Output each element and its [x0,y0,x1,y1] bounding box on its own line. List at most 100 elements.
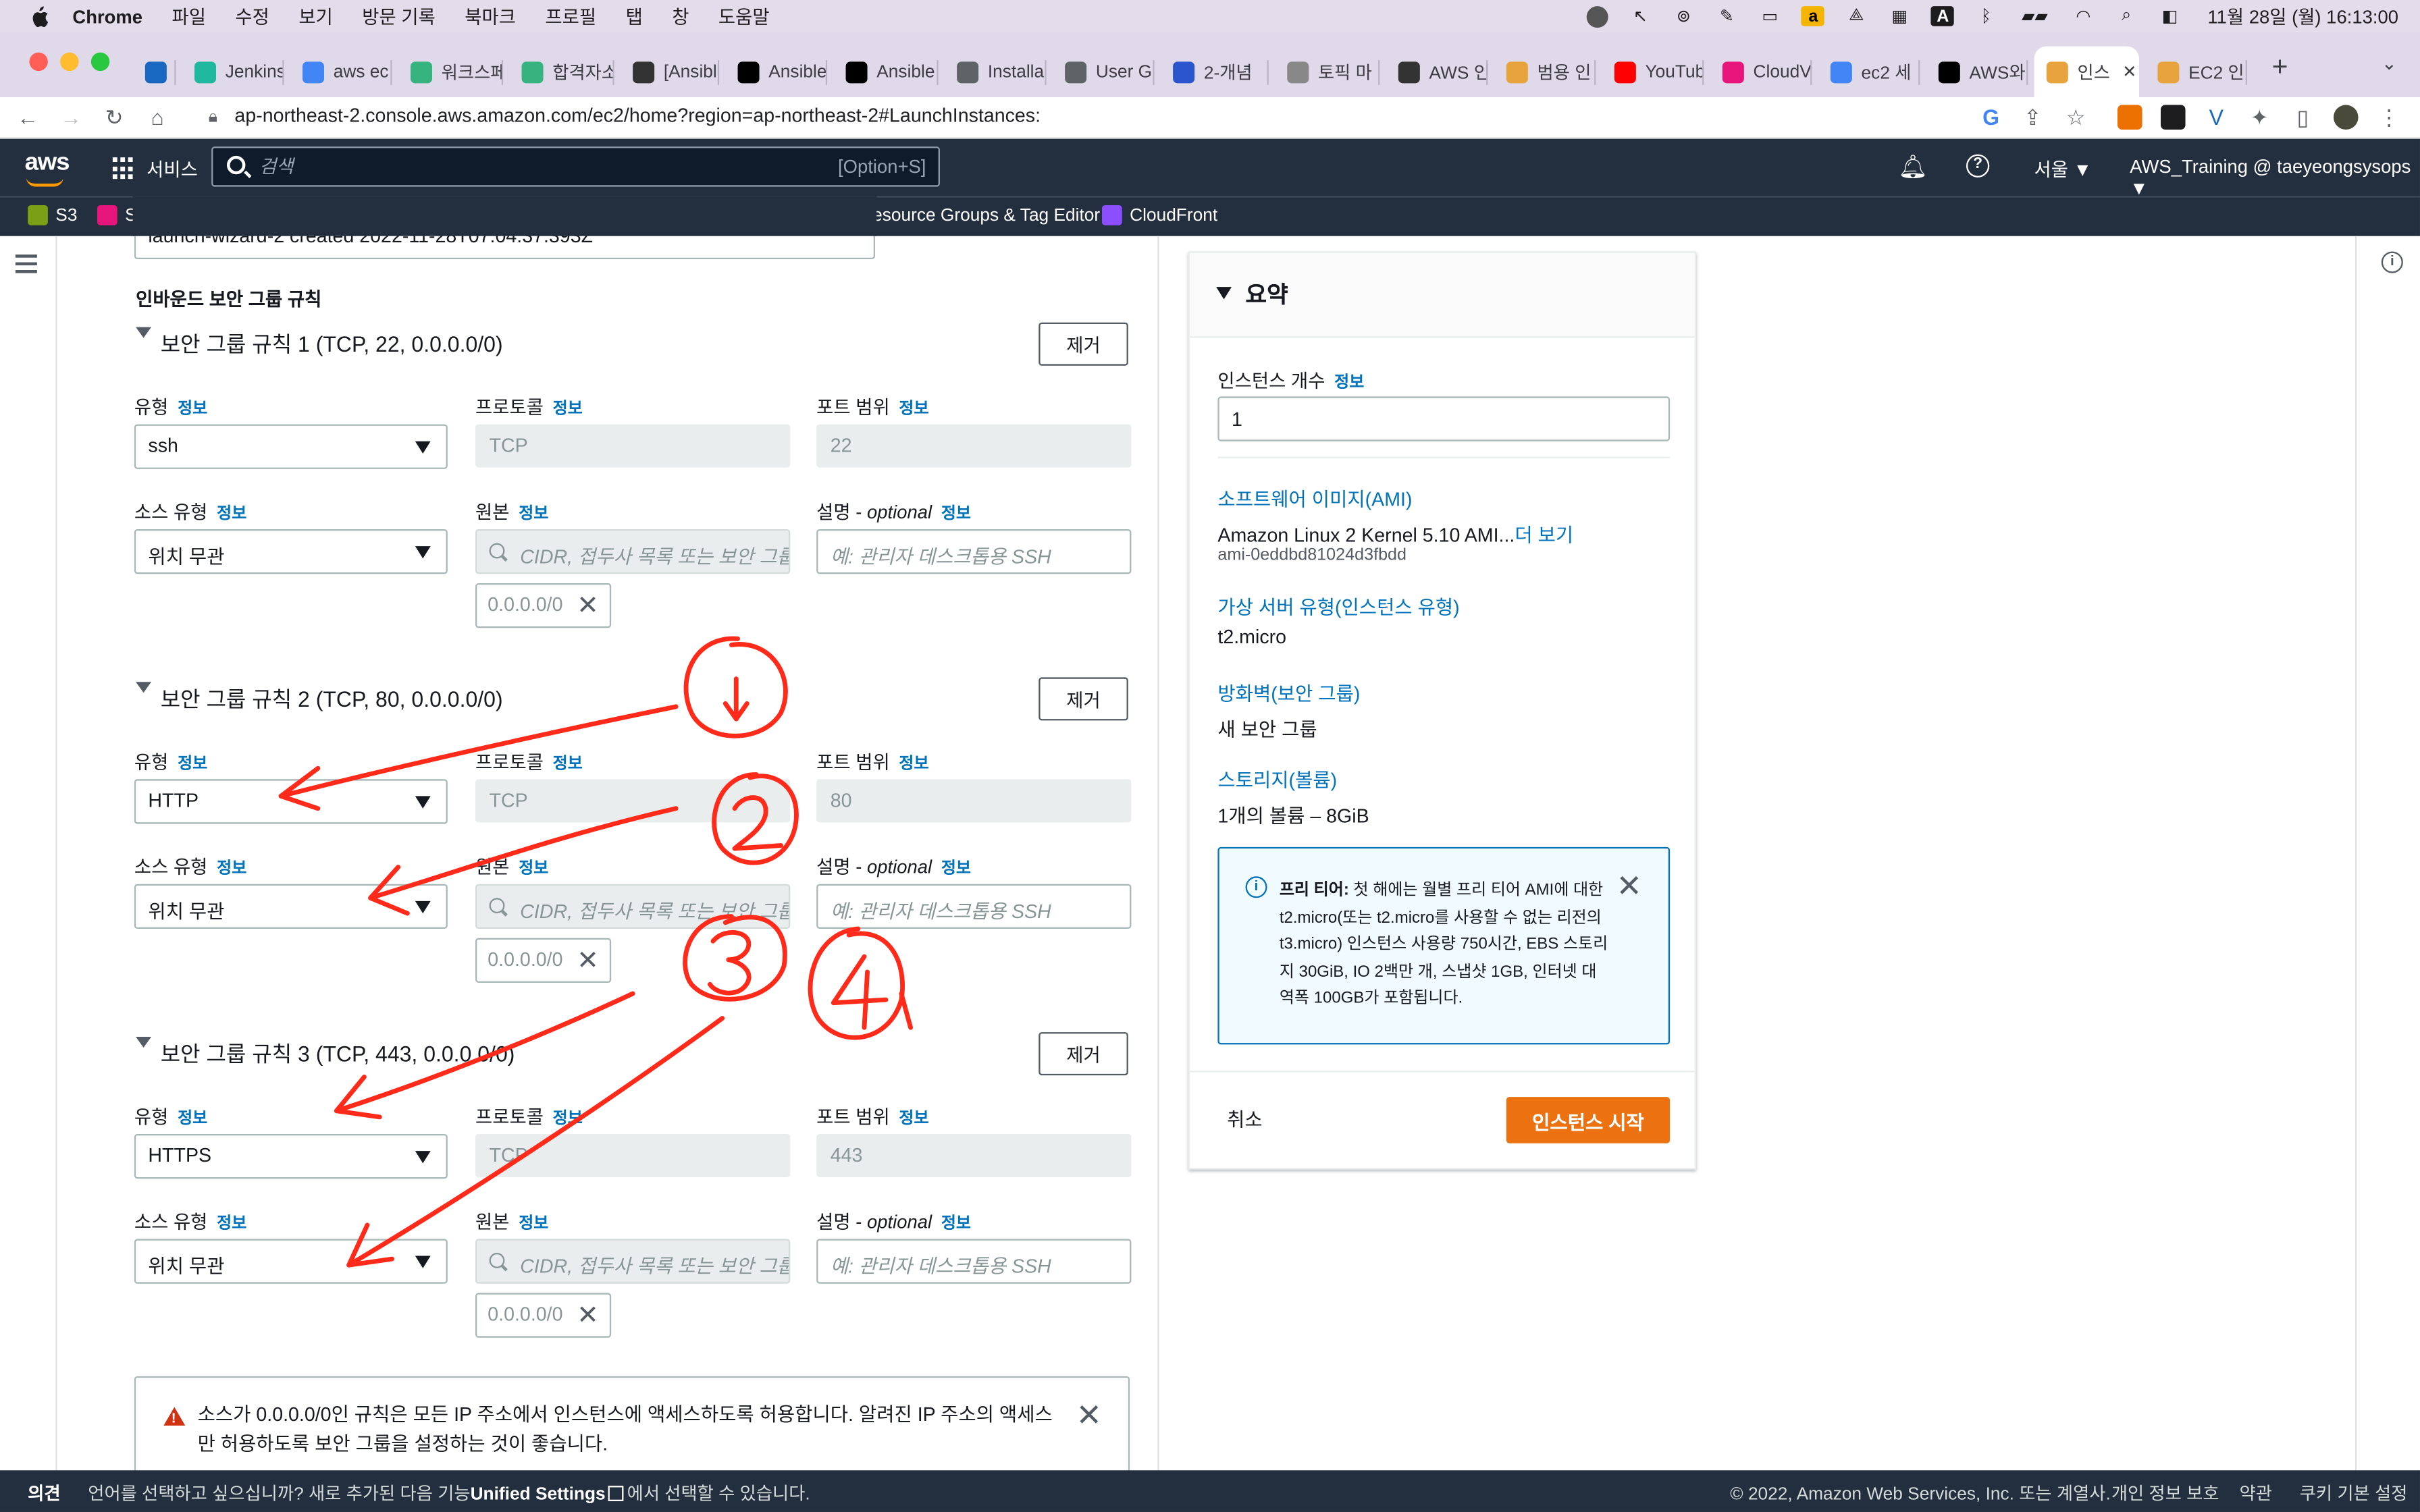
browser-tab[interactable]: AWS 인 [1386,47,1488,97]
source-type-select[interactable]: 위치 무관 [134,884,448,929]
info-link[interactable]: 정보 [1334,373,1364,392]
wifi-icon[interactable]: ◠ [2072,6,2095,26]
browser-tab[interactable]: Ansible [833,47,939,97]
source-type-select[interactable]: 위치 무관 [134,1239,448,1284]
browser-tab[interactable]: 토픽 마 [1275,47,1380,97]
share-icon[interactable]: ⇪ [2020,104,2045,130]
menu-datetime[interactable]: 11월 28일 (월) 16:13:00 [2207,3,2398,30]
aws-search-box[interactable]: [Option+S] [211,146,940,187]
browser-tab[interactable]: User G [1053,47,1155,97]
extensions-puzzle-icon[interactable]: ✦ [2247,104,2272,130]
extension-face-icon[interactable] [2160,105,2186,130]
info-link[interactable]: 정보 [941,1214,971,1233]
browser-tab[interactable]: Ansible [725,47,828,97]
summary-header[interactable]: 요약 [1190,252,1695,338]
info-link[interactable]: 정보 [941,859,971,878]
browser-tab[interactable]: EC2 인 [2145,47,2247,97]
hamburger-menu-icon[interactable] [15,254,37,273]
info-link[interactable]: 정보 [178,755,207,773]
browser-tab[interactable]: 2-개념 [1161,47,1269,97]
remove-token-icon[interactable]: ✕ [577,591,599,622]
info-link[interactable]: 정보 [899,755,928,773]
info-link[interactable]: 정보 [941,504,971,522]
pen-icon[interactable]: ✎ [1715,6,1738,26]
favorite-service-link[interactable]: CloudFront [1101,205,1217,225]
browser-tab[interactable]: aws ec [290,47,392,97]
menu-help[interactable]: 도움말 [718,3,770,30]
url-text[interactable]: ap-northeast-2.console.aws.amazon.com/ec… [234,105,1041,126]
type-select[interactable]: HTTPS [134,1133,448,1179]
type-select[interactable]: ssh [134,424,448,469]
browser-tab[interactable]: Jenkins [182,47,284,97]
info-link[interactable]: 정보 [553,755,583,773]
menu-profiles[interactable]: 프로필 [545,3,596,30]
browser-menu-icon[interactable]: ⋮ [2377,104,2402,130]
account-menu[interactable]: AWS_Training @ taeyeongsysops ▼ [2130,156,2420,199]
menu-bookmarks[interactable]: 북마크 [465,3,516,30]
bell-icon[interactable]: 🔔︎ [1898,153,1928,181]
cidr-search-input[interactable]: CIDR, 접두사 목록 또는 보안 그룹 [475,529,791,574]
notification-badge-icon[interactable] [1587,5,1609,27]
info-link[interactable]: 정보 [899,400,928,418]
region-selector[interactable]: 서울 ▼ [2034,156,2092,182]
close-window-button[interactable] [29,52,48,72]
aws-search-input[interactable] [259,154,799,180]
aws-logo[interactable]: aws [25,150,70,187]
menu-history[interactable]: 방문 기록 [362,3,436,30]
minimize-window-button[interactable] [60,52,79,72]
expand-caret-icon[interactable] [136,682,151,693]
maximize-window-button[interactable] [90,52,110,72]
battery-case-icon[interactable]: ▭ [1758,6,1781,26]
description-input[interactable]: 예: 관리자 데스크톱용 SSH [816,529,1132,574]
cidr-search-input[interactable]: CIDR, 접두사 목록 또는 보안 그룹 [475,884,791,929]
browser-tab[interactable]: YouTub [1602,47,1704,97]
remove-token-icon[interactable]: ✕ [577,1301,599,1332]
menu-file[interactable]: 파일 [172,3,205,30]
browser-tab[interactable]: [Ansibl [621,47,720,97]
forward-arrow-icon[interactable]: → [59,105,84,130]
remove-token-icon[interactable]: ✕ [577,946,599,977]
menu-edit[interactable]: 수정 [235,3,269,30]
new-tab-button[interactable]: + [2272,51,2288,83]
extension-ex-icon[interactable] [2117,105,2142,130]
menu-view[interactable]: 보기 [298,3,332,30]
bluetooth-icon[interactable]: ᛒ [1974,6,1997,26]
instance-count-input[interactable] [1217,396,1671,441]
reload-icon[interactable]: ↻ [102,104,127,130]
ami-link[interactable]: 소프트웨어 이미지(AMI) [1217,483,1412,512]
spotlight-icon[interactable]: ⌕ [2115,6,2138,26]
source-type-select[interactable]: 위치 무관 [134,529,448,574]
feedback-link[interactable]: 의견 [28,1481,60,1506]
remove-rule-button[interactable]: 제거 [1038,677,1128,721]
unified-settings-link[interactable]: Unified Settings [471,1486,606,1504]
cursor-icon[interactable]: ↖ [1629,6,1652,26]
info-link[interactable]: 정보 [178,1109,207,1127]
menu-window[interactable]: 창 [672,3,689,30]
browser-tab[interactable]: 합격자소 [509,47,614,97]
cookie-preferences-link[interactable]: 쿠키 기본 설정 [2300,1481,2408,1506]
description-input[interactable]: 예: 관리자 데스크톱용 SSH [816,1239,1132,1284]
battery-icon[interactable]: ▰▰ [2018,6,2051,26]
info-link[interactable]: 정보 [553,400,583,418]
privacy-link[interactable]: 개인 정보 보호 [2111,1481,2219,1506]
bookmark-star-icon[interactable]: ☆ [2063,104,2088,130]
info-link[interactable]: 정보 [178,400,207,418]
info-link[interactable]: 정보 [519,859,548,878]
remove-rule-button[interactable]: 제거 [1038,1032,1128,1076]
favorite-service-link[interactable]: S3 [28,205,77,225]
side-panel-icon[interactable]: ▯ [2290,104,2315,130]
link-icon[interactable]: ⊚ [1672,6,1695,26]
close-icon[interactable]: ✕ [1616,867,1642,906]
services-menu[interactable]: 서비스 [147,156,198,182]
tab-search-chevron-icon[interactable]: ⌄ [2382,53,2397,74]
terms-link[interactable]: 약관 [2240,1481,2272,1506]
text-a-icon[interactable]: A [1931,6,1955,26]
browser-tab[interactable]: 워크스페 [398,47,504,97]
network-icon[interactable]: ⟁ [1845,6,1868,26]
info-link[interactable]: 정보 [519,504,548,522]
expand-caret-icon[interactable] [136,327,151,338]
control-center-icon[interactable]: ◧ [2158,6,2181,26]
description-input[interactable]: 예: 관리자 데스크톱용 SSH [816,884,1132,929]
browser-tab[interactable]: 인스 ✕ [2034,46,2139,97]
remove-rule-button[interactable]: 제거 [1038,322,1128,366]
